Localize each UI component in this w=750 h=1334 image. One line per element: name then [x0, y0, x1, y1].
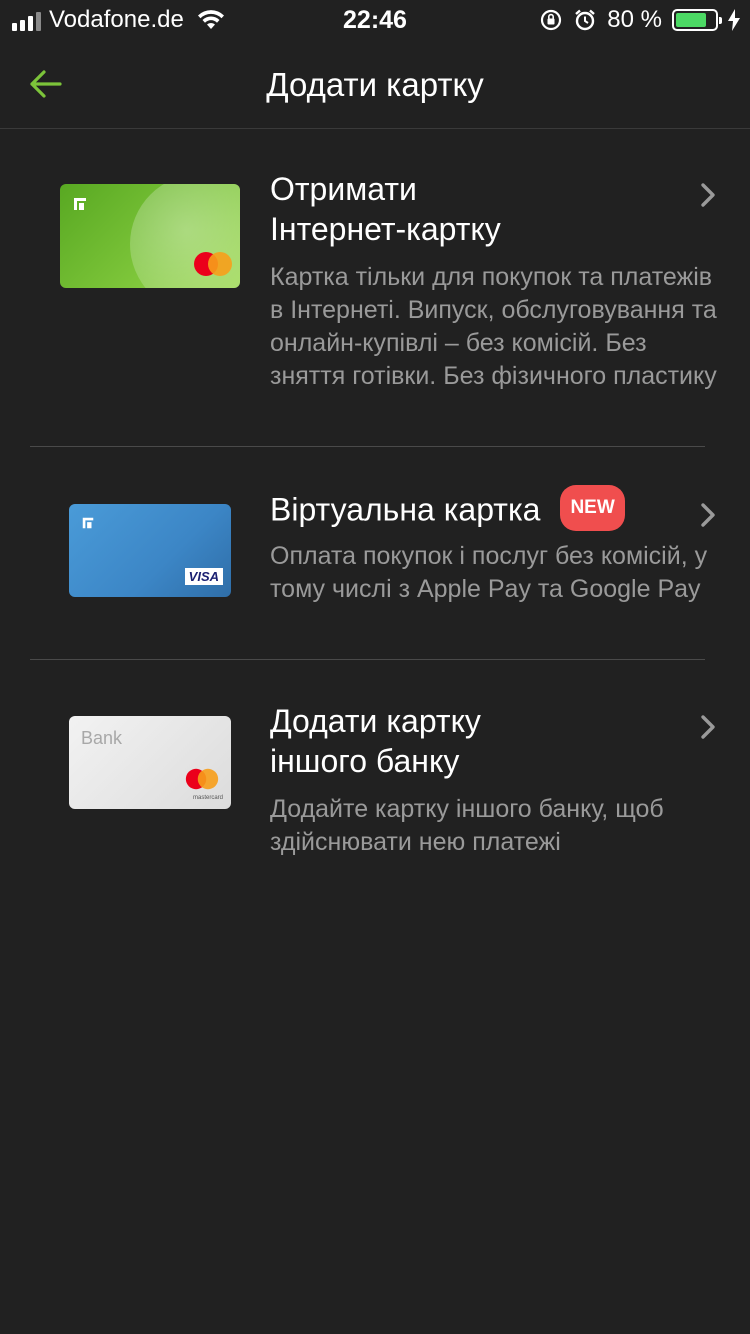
privatbank-logo-icon [82, 517, 94, 529]
option-title-line1: Додати картку [270, 703, 481, 739]
visa-logo: VISA [184, 568, 223, 585]
mastercard-small-label: mastercard [192, 795, 223, 801]
mastercard-logo-icon [185, 768, 219, 790]
page-title: Додати картку [266, 66, 484, 103]
option-title: Отримати Інтернет-картку [270, 169, 501, 249]
charging-bolt-icon [728, 9, 740, 31]
privatbank-logo-icon [74, 198, 86, 210]
carrier-name: Vodafone.de [49, 6, 184, 33]
option-description: Додайте картку іншого банку, щоб здійсню… [270, 795, 664, 856]
option-title-line1: Віртуальна картка [270, 491, 541, 528]
navigation-bar: Додати картку [0, 40, 750, 129]
virtual-card-image: VISA [69, 504, 231, 597]
option-title-line1: Отримати [270, 171, 417, 207]
mastercard-logo-icon [194, 252, 232, 276]
status-bar: Vodafone.de 22:46 80 % [0, 0, 750, 40]
status-left: Vodafone.de [12, 6, 226, 34]
battery-icon [672, 9, 722, 31]
battery-percent: 80 % [607, 6, 662, 33]
divider [30, 659, 705, 660]
other-bank-card-image: Bank mastercard [69, 716, 231, 809]
option-title: Додати картку іншого банку [270, 701, 481, 781]
signal-icon [12, 9, 41, 31]
wifi-icon [197, 10, 224, 29]
internet-card-image [60, 184, 240, 288]
option-description: Оплата покупок і послуг без комісій, у т… [270, 542, 708, 603]
chevron-right-icon [701, 183, 715, 207]
option-title-line2: Інтернет-картку [270, 211, 501, 247]
status-right: 80 % [539, 6, 740, 34]
chevron-right-icon [701, 715, 715, 739]
new-badge: NEW [560, 485, 625, 531]
chevron-right-icon [701, 503, 715, 527]
divider [30, 446, 705, 447]
option-title: Віртуальна картка NEW [270, 485, 625, 535]
alarm-icon [575, 9, 596, 31]
bank-label: Bank [81, 728, 123, 748]
option-title-line2: іншого банку [270, 743, 460, 779]
battery-fill [676, 13, 707, 27]
option-description: Картка тільки для покупок та платежів в … [270, 263, 717, 390]
orientation-lock-icon [541, 9, 562, 31]
